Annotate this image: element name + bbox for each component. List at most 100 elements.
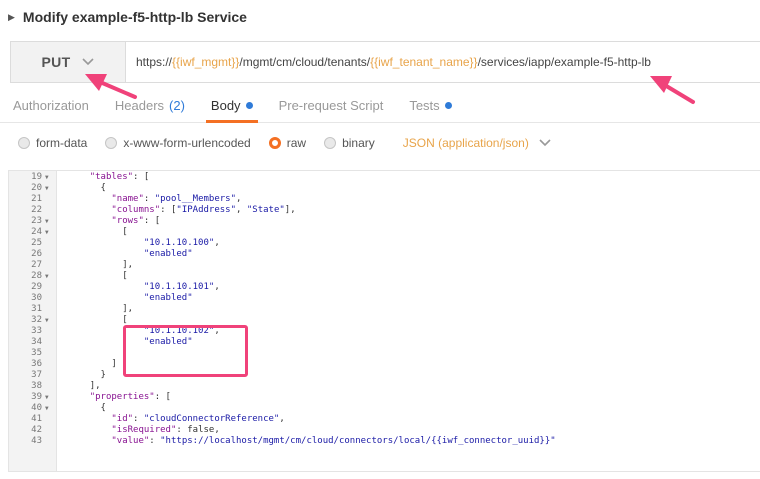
tab-label: Headers [114, 97, 165, 113]
code-text: ], [68, 381, 101, 392]
code-line: 31 ], [9, 304, 760, 315]
json-punctuation: ], [122, 260, 134, 270]
json-punctuation: , [236, 194, 242, 204]
method-select[interactable]: PUT [11, 42, 126, 82]
code-line: 42 "isRequired": false, [9, 425, 760, 436]
code-text: "enabled" [68, 249, 193, 260]
url-input[interactable]: https://{{iwf_mgmt}}/mgmt/cm/cloud/tenan… [126, 42, 760, 82]
fold-toggle-icon[interactable]: ▼ [45, 216, 49, 227]
code-text: [ [68, 271, 127, 282]
json-punctuation: { [100, 403, 106, 413]
radio-button[interactable] [324, 137, 337, 149]
tab-tests[interactable]: Tests [396, 88, 464, 122]
code-line: 30 "enabled" [9, 293, 760, 304]
json-punctuation: , [236, 205, 247, 215]
code-line: 32 ▼ [ [9, 315, 760, 326]
radio-label: x-www-form-urlencoded [123, 136, 251, 150]
code-text: "value": "https://localhost/mgmt/cm/clou… [68, 436, 556, 447]
collapse-caret-icon[interactable]: ▶ [8, 12, 15, 23]
code-line: 26 "enabled" [9, 249, 760, 260]
fold-toggle-icon[interactable]: ▼ [45, 403, 49, 414]
url-variable: {{iwf_tenant_name}} [370, 55, 478, 69]
line-number: 26 [31, 249, 42, 259]
fold-toggle-icon[interactable]: ▼ [45, 271, 49, 282]
line-number: 23 [31, 216, 42, 226]
json-punctuation: , [214, 238, 220, 248]
radio-button[interactable] [18, 137, 30, 149]
tab-indicator-dot [444, 101, 452, 109]
fold-toggle-icon[interactable]: ▼ [45, 172, 49, 183]
json-punctuation: : false, [176, 425, 220, 435]
code-line: 28 ▼ [ [9, 271, 760, 282]
code-editor[interactable]: 19 ▼ "tables": [20 ▼ {21 "name": "pool__Me… [8, 170, 760, 472]
line-number: 36 [31, 359, 42, 369]
json-string: "IPAddress" [176, 205, 237, 215]
json-string: "enabled" [143, 293, 193, 303]
request-title: Modify example-f5-http-lb Service [22, 9, 247, 25]
code-line: 39 ▼ "properties": [ [9, 392, 760, 403]
radio-label: binary [342, 136, 375, 150]
code-line: 37 } [9, 370, 760, 381]
line-number: 35 [31, 348, 42, 358]
tab-headers[interactable]: Headers (2) [102, 88, 198, 122]
tab-pre-request-script[interactable]: Pre-request Script [266, 88, 397, 122]
content-type-label: JSON (application/json) [402, 136, 529, 150]
radio-form-data[interactable]: form-data [18, 136, 87, 150]
code-text: } [68, 370, 106, 381]
fold-toggle-icon[interactable]: ▼ [45, 227, 49, 238]
code-text: { [68, 183, 106, 194]
code-text: "properties": [ [68, 392, 171, 403]
url-segment: /services/iapp/example-f5-http-lb [477, 55, 651, 69]
json-punctuation: } [100, 370, 106, 380]
radio-binary[interactable]: binary [324, 136, 375, 150]
radio-raw[interactable]: raw [268, 136, 306, 150]
line-number: 22 [31, 205, 42, 215]
code-line: 27 ], [9, 260, 760, 271]
json-string: "cloudConnectorReference" [143, 414, 280, 424]
tab-authorization[interactable]: Authorization [0, 88, 102, 122]
code-line: 21 "name": "pool__Members", [9, 194, 760, 205]
radio-button[interactable] [105, 137, 118, 149]
code-line: 23 ▼ "rows": [ [9, 216, 760, 227]
code-line: 43 "value": "https://localhost/mgmt/cm/c… [9, 436, 760, 447]
line-number: 42 [31, 425, 42, 435]
radio-x-www-form-urlencoded[interactable]: x-www-form-urlencoded [105, 136, 251, 150]
code-text: [ [68, 315, 127, 326]
line-number: 30 [31, 293, 42, 303]
json-punctuation: : [ [160, 205, 177, 215]
request-title-bar[interactable]: ▶ Modify example-f5-http-lb Service [0, 0, 760, 34]
code-text: ] [68, 359, 116, 370]
json-string: "10.1.10.101" [143, 282, 215, 292]
line-number: 21 [31, 194, 42, 204]
json-string: "https://localhost/mgmt/cm/cloud/connect… [160, 436, 556, 446]
code-text: "10.1.10.100", [68, 238, 220, 249]
json-punctuation: { [100, 183, 106, 193]
tab-body[interactable]: Body [198, 88, 266, 123]
code-line: 19 ▼ "tables": [ [9, 172, 760, 183]
json-punctuation: ], [284, 205, 296, 215]
fold-toggle-icon[interactable]: ▼ [45, 392, 49, 403]
fold-toggle-icon[interactable]: ▼ [45, 315, 49, 326]
code-line: 38 ], [9, 381, 760, 392]
line-number: 24 [31, 227, 42, 237]
json-string: "State" [246, 205, 285, 215]
code-text: ], [68, 304, 133, 315]
fold-toggle-icon[interactable]: ▼ [45, 183, 49, 194]
json-key: "id" [111, 414, 134, 424]
content-type-dropdown[interactable]: JSON (application/json) [403, 136, 551, 150]
json-key: "name" [111, 194, 144, 204]
code-line: 35 ] [9, 348, 760, 359]
code-text: "name": "pool__Members", [68, 194, 241, 205]
code-line: 36 ] [9, 359, 760, 370]
radio-button[interactable] [268, 137, 281, 149]
request-tabs: Authorization Headers (2) Body Pre-request S… [0, 88, 760, 123]
json-punctuation: [ [122, 227, 128, 237]
